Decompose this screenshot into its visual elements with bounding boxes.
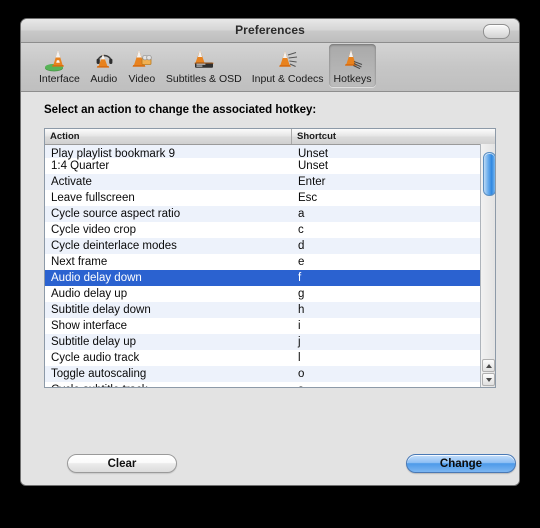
cell-shortcut: d <box>298 240 305 252</box>
tab-input-codecs[interactable]: Input & Codecs <box>247 44 329 87</box>
table-row[interactable]: Subtitle delay up j <box>45 334 495 350</box>
column-header-shortcut[interactable]: Shortcut <box>292 129 495 144</box>
tab-subtitles-osd-label: Subtitles & OSD <box>165 73 242 85</box>
cell-action: Cycle audio track <box>51 352 140 364</box>
cell-action: Subtitle delay down <box>51 304 151 316</box>
cell-action: Cycle subtitle track <box>45 384 292 387</box>
cell-shortcut: e <box>298 256 305 268</box>
table-row[interactable]: Cycle deinterlace modes d <box>45 238 495 254</box>
table-row[interactable]: Show interface i <box>45 318 495 334</box>
tab-subtitles-osd[interactable]: Subtitles & OSD <box>161 44 247 87</box>
tab-audio-label: Audio <box>90 73 118 85</box>
cell-shortcut: Esc <box>298 192 318 204</box>
column-header-action[interactable]: Action <box>45 129 292 144</box>
cell-action: Play playlist bookmark 9 <box>51 148 175 160</box>
scrollbar-thumb[interactable] <box>483 152 495 196</box>
tab-input-codecs-label: Input & Codecs <box>251 73 324 85</box>
cell-shortcut: f <box>298 272 302 284</box>
cell-action: Activate <box>51 176 92 188</box>
table-row[interactable]: Subtitle delay down h <box>45 302 495 318</box>
scroll-up-arrow[interactable] <box>482 359 495 372</box>
cell-shortcut: c <box>298 224 304 236</box>
tab-hotkeys-label: Hotkeys <box>333 73 372 85</box>
cell-shortcut: i <box>298 320 301 332</box>
table-row[interactable]: Cycle source aspect ratio a <box>45 206 495 222</box>
tab-hotkeys[interactable]: Hotkeys <box>328 44 377 87</box>
table-row[interactable]: Play playlist bookmark 9 Unset <box>45 145 495 160</box>
cell-action: Audio delay up <box>51 288 128 300</box>
cell-shortcut: o <box>298 368 305 380</box>
cell-action: 1:4 Quarter <box>51 160 110 172</box>
cell-shortcut: g <box>298 288 305 300</box>
change-button[interactable]: Change <box>406 454 516 473</box>
cell-shortcut: Unset <box>298 148 329 160</box>
vlc-cone-interface-icon <box>45 46 73 72</box>
table-row[interactable]: Toggle autoscaling o <box>45 366 495 382</box>
cell-shortcut: j <box>298 336 301 348</box>
cell-action: Show interface <box>51 320 128 332</box>
cell-shortcut: l <box>298 352 301 364</box>
table-row[interactable]: Audio delay up g <box>45 286 495 302</box>
cell-shortcut: Enter <box>298 176 326 188</box>
tab-video[interactable]: Video <box>123 44 161 87</box>
table-row[interactable]: Cycle audio track l <box>45 350 495 366</box>
cell-action: Cycle source aspect ratio <box>51 208 181 220</box>
instruction-text: Select an action to change the associate… <box>44 104 317 116</box>
table-row[interactable]: Cycle subtitle tracks <box>45 382 495 387</box>
hotkeys-table: Action Shortcut Play playlist bookmark 9… <box>44 128 496 388</box>
tab-interface-label: Interface <box>39 73 80 85</box>
cell-shortcut: s <box>292 384 495 387</box>
scroll-down-arrow[interactable] <box>482 373 495 386</box>
cell-action: Leave fullscreen <box>51 192 135 204</box>
toolbar-toggle-button[interactable] <box>483 24 510 39</box>
vlc-cone-subtitles-icon <box>190 46 218 72</box>
cell-action: Next frame <box>51 256 108 268</box>
tab-interface[interactable]: Interface <box>34 44 85 87</box>
vlc-cone-audio-icon <box>90 46 118 72</box>
window-title: Preferences <box>235 23 305 37</box>
tab-video-label: Video <box>128 73 156 85</box>
cell-shortcut: a <box>298 208 305 220</box>
cell-action: Cycle video crop <box>51 224 137 236</box>
clear-button[interactable]: Clear <box>67 454 177 473</box>
cell-action: Subtitle delay up <box>51 336 137 348</box>
title-bar[interactable]: Preferences <box>21 19 519 43</box>
table-header: Action Shortcut <box>45 129 495 145</box>
cell-action: Toggle autoscaling <box>51 368 147 380</box>
table-row[interactable]: 1:4 Quarter Unset <box>45 158 495 174</box>
scrollbar-arrows <box>482 359 495 387</box>
table-body: Play playlist bookmark 9 Unset 1:4 Quarter… <box>45 145 495 387</box>
table-row[interactable]: Audio delay down f <box>45 270 495 286</box>
table-row[interactable]: Next frame e <box>45 254 495 270</box>
tab-audio[interactable]: Audio <box>85 44 123 87</box>
preferences-content: Select an action to change the associate… <box>21 92 519 485</box>
cell-action: Cycle deinterlace modes <box>51 240 177 252</box>
cell-action: Audio delay down <box>51 272 142 284</box>
cell-shortcut: Unset <box>298 160 329 172</box>
vlc-cone-video-icon <box>128 46 156 72</box>
table-row[interactable]: Activate Enter <box>45 174 495 190</box>
vlc-cone-hotkeys-icon <box>339 46 367 72</box>
vertical-scrollbar[interactable] <box>480 144 495 387</box>
vlc-cone-input-icon <box>274 46 302 72</box>
preferences-toolbar: Interface Audio Video Subtitles & OSD In… <box>21 43 519 92</box>
preferences-window: Preferences Interface Audio Video Subtit… <box>20 18 520 486</box>
cell-shortcut: h <box>298 304 305 316</box>
table-row[interactable]: Cycle video crop c <box>45 222 495 238</box>
table-row[interactable]: Leave fullscreen Esc <box>45 190 495 206</box>
